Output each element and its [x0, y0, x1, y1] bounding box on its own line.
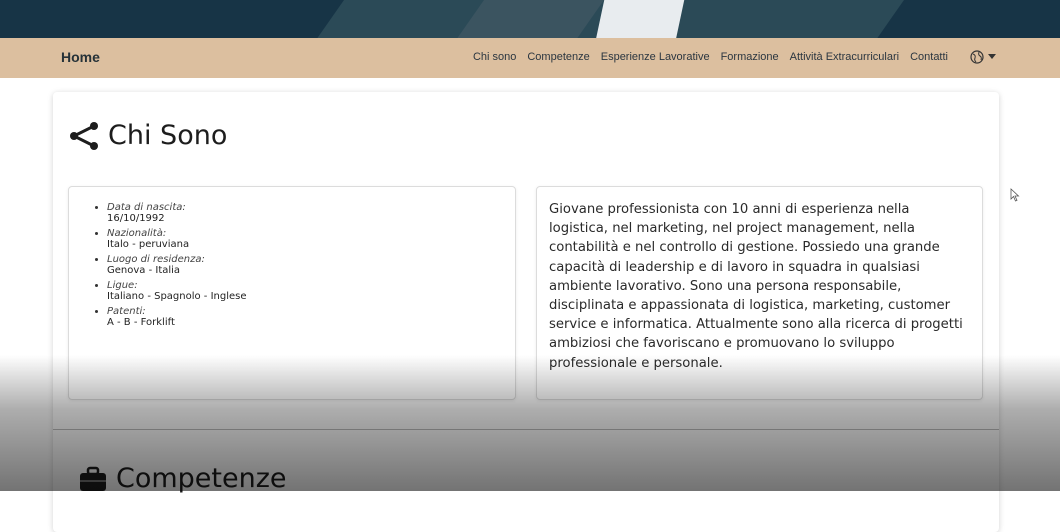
nav-link-attivita[interactable]: Attività Extracurriculari — [790, 51, 899, 63]
list-item: Nazionalità: Italo - peruviana — [107, 228, 515, 250]
list-item: Patenti: A - B - Forklift — [107, 306, 515, 328]
section-divider — [53, 429, 999, 430]
navbar: Home Chi sono Competenze Esperienze Lavo… — [0, 38, 1060, 78]
about-heading: Chi Sono — [68, 120, 227, 151]
nav-link-esperienze[interactable]: Esperienze Lavorative — [601, 51, 710, 63]
detail-value: Italo - peruviana — [107, 239, 190, 250]
skills-title: Competenze — [116, 463, 287, 494]
about-card: Chi Sono Data di nascita: 16/10/1992 Naz… — [53, 92, 999, 532]
home-link[interactable]: Home — [61, 49, 100, 65]
detail-value: 16/10/1992 — [107, 213, 165, 224]
skills-heading: Competenze — [78, 463, 287, 494]
briefcase-icon — [80, 466, 106, 491]
language-dropdown[interactable] — [970, 50, 996, 64]
mouse-cursor-icon — [1010, 188, 1020, 202]
nav-link-contatti[interactable]: Contatti — [910, 51, 948, 63]
detail-label: Luogo di residenza: — [107, 254, 205, 265]
about-title: Chi Sono — [108, 120, 228, 151]
bio-box: Giovane professionista con 10 anni di es… — [536, 186, 983, 400]
bio-text: Giovane professionista con 10 anni di es… — [549, 202, 963, 371]
detail-label: Patenti: — [107, 306, 146, 317]
detail-label: Nazionalità: — [107, 228, 167, 239]
list-item: Data di nascita: 16/10/1992 — [107, 202, 515, 224]
detail-value: Italiano - Spagnolo - Inglese — [107, 291, 247, 302]
detail-label: Ligue: — [107, 280, 138, 291]
detail-value: Genova - Italia — [107, 265, 181, 276]
hero-banner — [0, 0, 1060, 38]
globe-icon — [970, 50, 984, 64]
caret-down-icon — [988, 54, 996, 59]
nav-link-formazione[interactable]: Formazione — [721, 51, 779, 63]
hero-shirt — [594, 0, 686, 38]
nav-link-competenze[interactable]: Competenze — [527, 51, 589, 63]
detail-value: A - B - Forklift — [107, 317, 175, 328]
share-icon — [70, 121, 98, 150]
personal-info-box: Data di nascita: 16/10/1992 Nazionalità:… — [68, 186, 516, 400]
detail-label: Data di nascita: — [107, 202, 186, 213]
list-item: Ligue: Italiano - Spagnolo - Inglese — [107, 280, 515, 302]
nav-link-chi-sono[interactable]: Chi sono — [473, 51, 516, 63]
nav-links: Chi sono Competenze Esperienze Lavorativ… — [473, 51, 948, 63]
personal-info-list: Data di nascita: 16/10/1992 Nazionalità:… — [69, 202, 515, 328]
list-item: Luogo di residenza: Genova - Italia — [107, 254, 515, 276]
